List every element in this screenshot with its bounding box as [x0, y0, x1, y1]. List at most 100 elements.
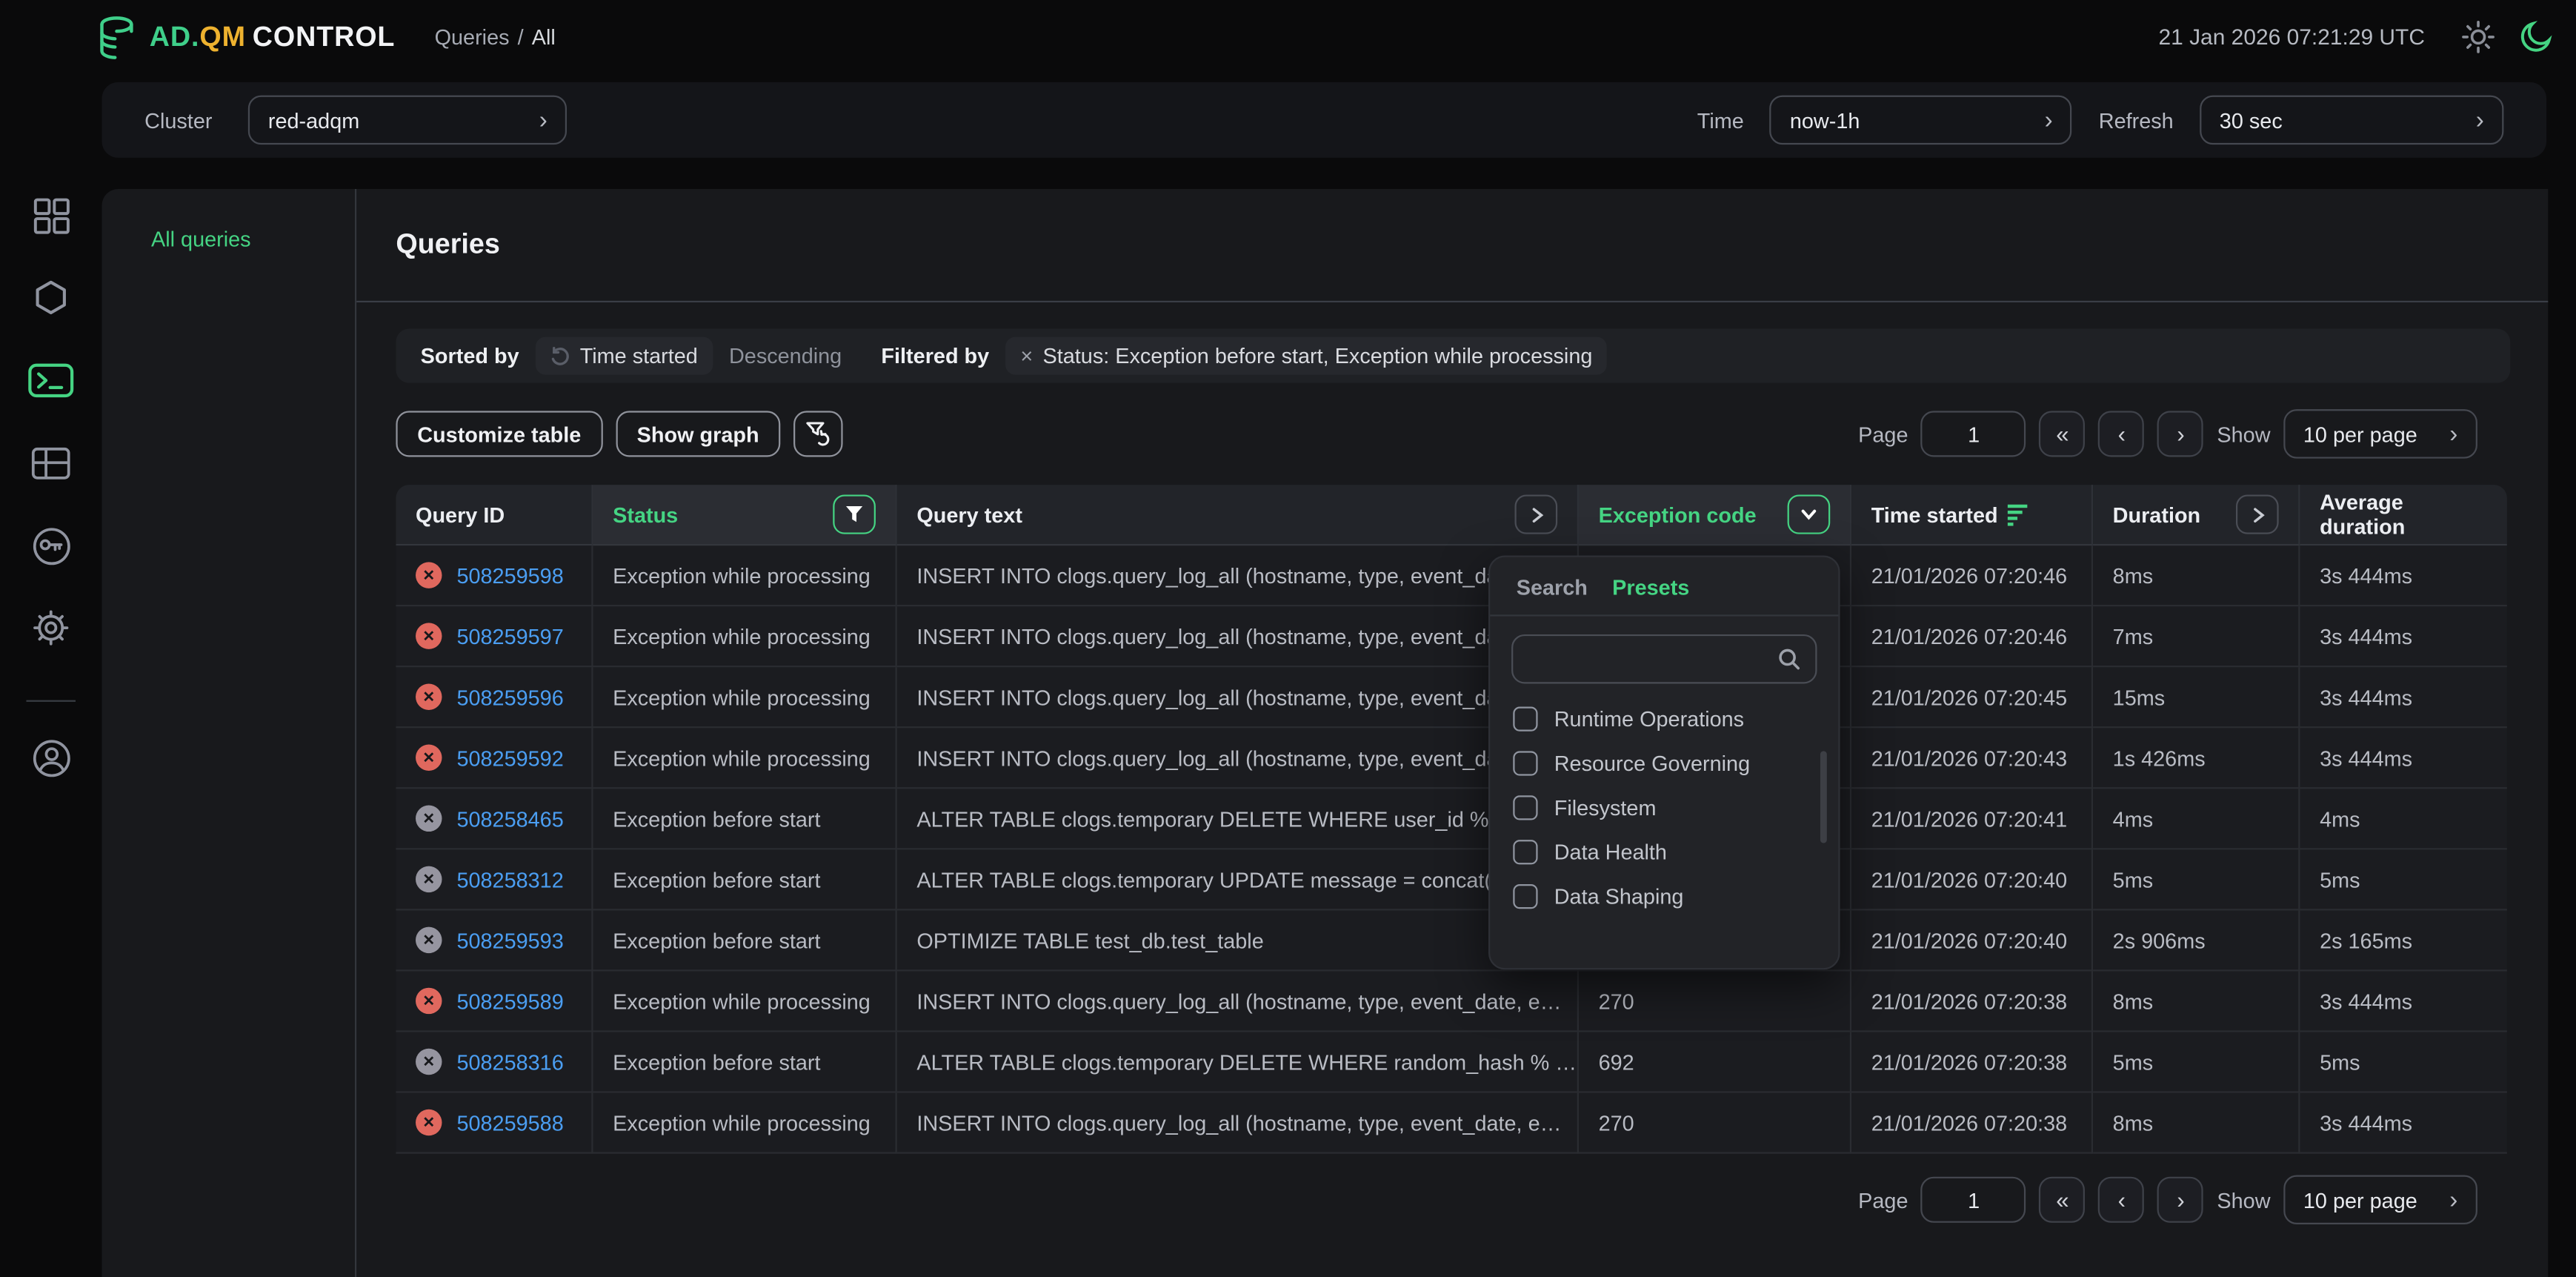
col-header-status[interactable]: Status [593, 485, 897, 545]
status-cross-icon [416, 683, 442, 709]
popup-option[interactable]: Runtime Operations [1490, 697, 1838, 741]
col-header-time-started[interactable]: Time started [1851, 485, 2093, 545]
query-id-link[interactable]: 508259589 [456, 989, 563, 1013]
time-started-cell: 21/01/2026 07:20:40 [1851, 910, 2093, 971]
page-number-input[interactable] [1921, 1177, 2026, 1223]
nav-dashboard-grid-icon[interactable] [0, 188, 101, 243]
time-range-select[interactable]: now-1h › [1770, 96, 2072, 145]
nav-access-key-icon[interactable] [0, 518, 101, 574]
query-text-cell: INSERT INTO clogs.query_log_all (hostnam… [897, 1093, 1579, 1154]
table-row[interactable]: 508259588 Exception while processing INS… [396, 1093, 2506, 1154]
status-cross-icon [416, 623, 442, 649]
checkbox-icon[interactable] [1513, 707, 1537, 732]
reset-filters-button[interactable] [793, 411, 843, 457]
exception-code-cell: 270 [1579, 972, 1851, 1032]
query-id-link[interactable]: 508259598 [456, 563, 563, 587]
query-id-link[interactable]: 508259592 [456, 746, 563, 770]
next-page-button[interactable]: › [2158, 1177, 2204, 1223]
title-divider [356, 301, 2548, 302]
rail-divider [26, 700, 76, 702]
breadcrumb-section[interactable]: Queries [435, 24, 510, 49]
query-id-link[interactable]: 508258465 [456, 806, 563, 831]
checkbox-icon[interactable] [1513, 884, 1537, 909]
nav-hexagon-cluster-icon[interactable] [0, 270, 101, 325]
query-id-link[interactable]: 508258316 [456, 1049, 563, 1074]
popup-option[interactable]: Resource Governing [1490, 741, 1838, 786]
popup-scrollbar-thumb[interactable] [1820, 751, 1827, 843]
exception-code-dropdown-button[interactable] [1788, 494, 1831, 534]
query-id-link[interactable]: 508259597 [456, 624, 563, 649]
page-number-input[interactable] [1921, 411, 2026, 457]
time-started-cell: 21/01/2026 07:20:45 [1851, 667, 2093, 728]
light-theme-sun-icon[interactable] [2460, 19, 2496, 56]
per-page-select[interactable]: 10 per page › [2283, 1175, 2477, 1224]
col-header-query-id[interactable]: Query ID [396, 485, 593, 545]
status-filter-chip[interactable]: × Status: Exception before start, Except… [1005, 337, 1607, 375]
col-header-exception-code[interactable]: Exception code [1579, 485, 1851, 545]
table-row[interactable]: 508259598 Exception while processing INS… [396, 545, 2506, 606]
per-page-select[interactable]: 10 per page › [2283, 409, 2477, 459]
col-header-duration[interactable]: Duration [2093, 485, 2300, 545]
query-id-link[interactable]: 508259596 [456, 685, 563, 709]
popup-option[interactable]: Data Shaping [1490, 875, 1838, 919]
nav-account-avatar-icon[interactable] [0, 730, 101, 786]
filter-reset-icon [805, 421, 831, 447]
remove-filter-icon[interactable]: × [1020, 343, 1033, 368]
table-row[interactable]: 508258312 Exception before start ALTER T… [396, 849, 2506, 910]
col-header-average-duration[interactable]: Average duration [2300, 485, 2506, 545]
popup-tab-presets[interactable]: Presets [1612, 575, 1689, 600]
sort-descending-icon[interactable] [2008, 503, 2029, 526]
query-id-cell: 508259592 [396, 728, 593, 789]
checkbox-icon[interactable] [1513, 795, 1537, 820]
breadcrumb-page: All [532, 24, 556, 49]
cluster-select[interactable]: red-adqm › [248, 96, 567, 145]
popup-option[interactable]: Data Health [1490, 830, 1838, 875]
refresh-interval-select[interactable]: 30 sec › [2200, 96, 2503, 145]
duration-expand-button[interactable] [2236, 494, 2279, 534]
avg-duration-cell: 3s 444ms [2300, 972, 2506, 1032]
cluster-label: Cluster [144, 107, 212, 132]
prev-page-button[interactable]: ‹ [2099, 411, 2145, 457]
query-id-cell: 508259588 [396, 1093, 593, 1154]
next-page-button[interactable]: › [2158, 411, 2204, 457]
query-id-cell: 508258312 [396, 849, 593, 910]
subnav-all-queries[interactable]: All queries [101, 189, 354, 251]
checkbox-icon[interactable] [1513, 751, 1537, 775]
sort-chip[interactable]: Time started [536, 337, 713, 375]
nav-tables-icon[interactable] [0, 436, 101, 491]
first-page-button[interactable]: « [2040, 411, 2086, 457]
nav-settings-gear-icon[interactable] [0, 600, 101, 655]
avg-duration-cell: 4ms [2300, 789, 2506, 849]
query-id-link[interactable]: 508259593 [456, 928, 563, 952]
app-logo[interactable]: AD.QMCONTROL [96, 14, 396, 60]
table-row[interactable]: 508258465 Exception before start ALTER T… [396, 789, 2506, 849]
duration-cell: 4ms [2093, 789, 2300, 849]
first-page-button[interactable]: « [2040, 1177, 2086, 1223]
duration-cell: 7ms [2093, 606, 2300, 667]
table-row[interactable]: 508259592 Exception while processing INS… [396, 728, 2506, 789]
prev-page-button[interactable]: ‹ [2099, 1177, 2145, 1223]
show-graph-button[interactable]: Show graph [616, 411, 781, 457]
table-row[interactable]: 508259589 Exception while processing INS… [396, 972, 2506, 1032]
query-id-link[interactable]: 508258312 [456, 867, 563, 892]
reset-sort-icon [550, 346, 570, 366]
col-header-query-text[interactable]: Query text [897, 485, 1579, 545]
popup-search-input[interactable] [1528, 647, 1777, 671]
status-filter-funnel-button[interactable] [833, 494, 876, 534]
query-text-cell: ALTER TABLE clogs.temporary DELETE WHERE… [897, 789, 1579, 849]
query-text-expand-button[interactable] [1515, 494, 1558, 534]
table-row[interactable]: 508259593 Exception before start OPTIMIZ… [396, 910, 2506, 971]
popup-option[interactable]: Filesystem [1490, 786, 1838, 830]
table-row[interactable]: 508259596 Exception while processing INS… [396, 667, 2506, 728]
nav-queries-terminal-icon[interactable] [0, 352, 101, 408]
query-text-cell: INSERT INTO clogs.query_log_all (hostnam… [897, 667, 1579, 728]
customize-table-button[interactable]: Customize table [396, 411, 602, 457]
table-row[interactable]: 508259597 Exception while processing INS… [396, 606, 2506, 667]
dark-theme-moon-icon[interactable] [2517, 19, 2553, 56]
table-body: 508259598 Exception while processing INS… [396, 545, 2506, 1153]
query-id-link[interactable]: 508259588 [456, 1110, 563, 1135]
checkbox-icon[interactable] [1513, 840, 1537, 864]
breadcrumb-separator: / [518, 24, 524, 49]
table-row[interactable]: 508258316 Exception before start ALTER T… [396, 1032, 2506, 1093]
popup-tab-search[interactable]: Search [1517, 575, 1588, 600]
